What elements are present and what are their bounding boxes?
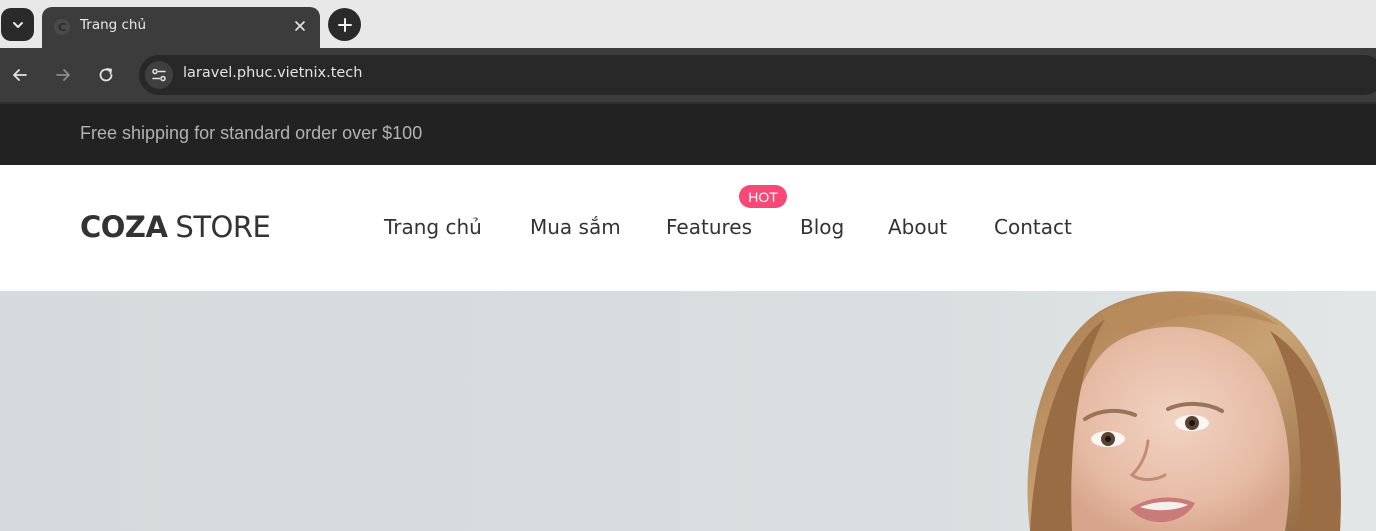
menu-item-blog[interactable]: Blog: [800, 215, 844, 239]
site-header: COZA STORE Trang chủ Mua sắm Features Blo…: [0, 165, 1376, 291]
tab-strip: C Trang chủ: [0, 0, 1376, 48]
reload-button[interactable]: [92, 61, 120, 89]
hero-model-image: [0, 291, 1376, 531]
new-tab-button[interactable]: [328, 8, 361, 41]
chevron-down-icon: [12, 21, 23, 28]
logo-light-text: STORE: [175, 210, 271, 244]
site-settings-icon: [152, 68, 166, 82]
tab-search-button[interactable]: [1, 8, 34, 41]
free-shipping-text: Free shipping for standard order over $1…: [80, 123, 423, 143]
menu-item-shop[interactable]: Mua sắm: [530, 215, 621, 239]
url-text: laravel.phuc.vietnix.tech: [183, 65, 363, 81]
close-icon: [295, 21, 305, 31]
menu-item-features[interactable]: Features: [666, 215, 752, 239]
tab-close-button[interactable]: [290, 16, 310, 36]
hot-badge: HOT: [739, 185, 787, 208]
arrow-right-icon: [56, 69, 70, 81]
forward-button[interactable]: [49, 61, 77, 89]
tab-title: Trang chủ: [80, 17, 147, 33]
plus-icon: [337, 17, 352, 32]
logo-bold-text: COZA: [80, 210, 168, 244]
promo-topbar: Free shipping for standard order over $1…: [0, 104, 1376, 165]
site-logo[interactable]: COZA STORE: [80, 210, 271, 244]
site-info-button[interactable]: [145, 61, 173, 89]
reload-icon: [99, 68, 113, 82]
browser-toolbar: laravel.phuc.vietnix.tech: [0, 48, 1376, 102]
menu-item-contact[interactable]: Contact: [994, 215, 1072, 239]
address-bar[interactable]: laravel.phuc.vietnix.tech: [139, 55, 1376, 95]
hero-slider: [0, 291, 1376, 531]
menu-item-about[interactable]: About: [888, 215, 947, 239]
back-button[interactable]: [6, 61, 34, 89]
favicon-icon: C: [54, 19, 70, 35]
menu-item-home[interactable]: Trang chủ: [384, 215, 482, 239]
active-tab[interactable]: C Trang chủ: [42, 7, 320, 48]
arrow-left-icon: [13, 69, 27, 81]
